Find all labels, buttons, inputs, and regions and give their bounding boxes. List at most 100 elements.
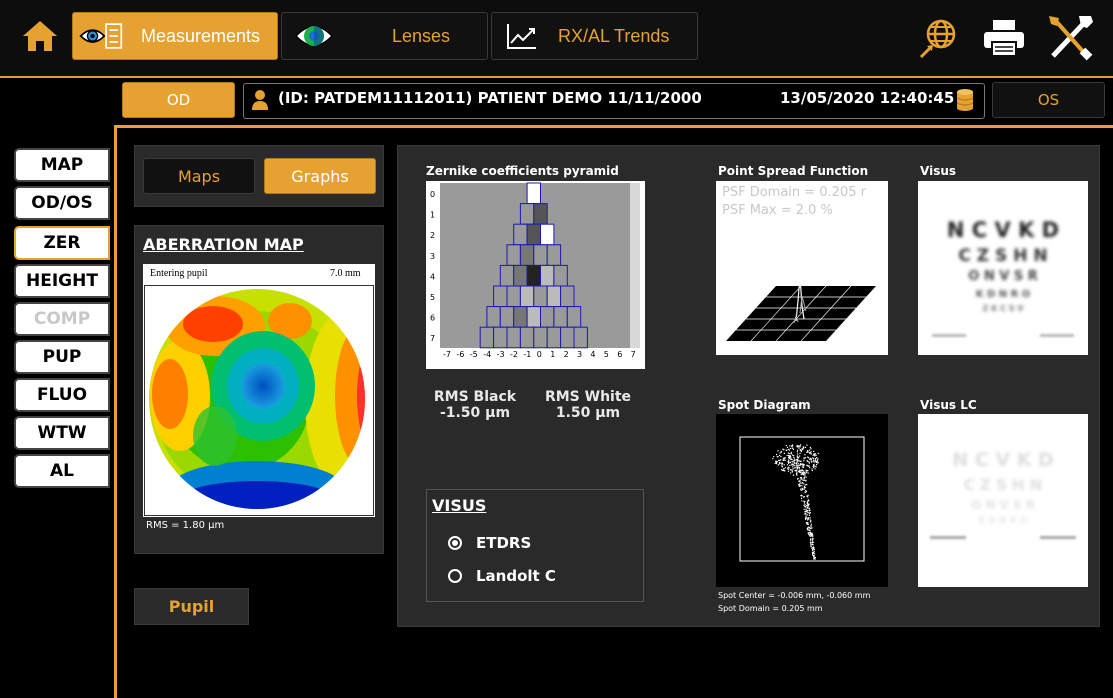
spot-dot [796,467,798,469]
spot-dot [809,531,811,533]
pyramid-title: Zernike coefficients pyramid [426,164,619,178]
database-icon[interactable] [956,88,974,112]
zernike-cell [573,326,588,349]
zernike-cell [533,326,548,349]
spot-dot [814,459,817,461]
tab-measurements[interactable]: Measurements [72,12,278,60]
os-button[interactable]: OS [992,82,1105,118]
spot-dot [800,488,802,490]
spot-dot [797,449,799,451]
spot-dot [809,459,811,461]
spot-dot [802,479,804,481]
radio-etdrs[interactable] [448,536,462,550]
pyramid-x-tick: 3 [577,350,582,359]
pyramid-x-tick: 7 [631,350,636,359]
pyramid-x-tick: -3 [497,350,505,359]
spot-dot [793,474,795,476]
spot-dot [800,495,802,497]
spot-dot [790,458,792,460]
side-menu-al[interactable]: AL [14,454,110,488]
side-menu-map[interactable]: MAP [14,148,110,182]
spot-dot [808,457,810,459]
spot-dot [794,462,796,464]
spot-dot [789,464,791,466]
spot-dot [787,466,789,468]
zernike-cell [540,264,555,287]
spot-dot [786,449,788,451]
spot-dot [806,483,808,486]
spot-dot [812,541,814,543]
spot-dot [815,460,818,463]
zernike-cell [560,326,575,349]
spot-dot [813,461,815,463]
zernike-cell [566,306,582,328]
globe-icon [919,19,956,59]
spot-dot [791,445,793,447]
spot-dot [775,463,778,465]
eye-lens-icon [292,14,336,58]
spot-dot [811,533,813,535]
side-menu-zer[interactable]: ZER [14,226,110,260]
spot-dot [789,469,792,471]
spot-dot [772,458,774,460]
spot-dot [812,548,814,550]
spot-dot [803,457,805,459]
spot-dot [801,463,803,465]
zernike-cell [526,223,541,246]
spot-dot [788,459,790,461]
zernike-cell [519,326,535,349]
pyramid-y-tick: 4 [430,272,435,281]
spot-dot [789,447,792,449]
spot-dot [813,466,815,468]
spot-dot [816,464,818,466]
settings-button[interactable] [1045,14,1095,62]
spot-dot [813,555,815,557]
side-menu-comp[interactable]: COMP [14,302,110,336]
tab-rx-al-trends[interactable]: RX/AL Trends [491,12,698,60]
spot-dot [780,462,782,464]
spot-dot [810,535,812,537]
pyramid-x-tick: 6 [617,350,622,359]
spot-dot [816,459,819,461]
spot-dot [797,445,799,447]
spot-dot [789,453,791,455]
visus-row-3: O N V S R [968,269,1038,284]
spot-dot [808,532,810,534]
visus-option-etdrs[interactable]: ETDRS [448,534,531,552]
side-menu-od-os[interactable]: OD/OS [14,186,110,220]
spot-dot [779,452,781,454]
spot-dot [813,557,815,560]
spot-dot [806,460,808,462]
home-icon [23,21,57,51]
maps-button[interactable]: Maps [143,158,255,194]
printer-icon [984,20,1024,57]
side-menu-wtw[interactable]: WTW [14,416,110,450]
pupil-button[interactable]: Pupil [134,588,249,625]
visus-lc-bar-left [930,536,966,539]
radio-landolt-c[interactable] [448,569,462,583]
zernike-cell [519,244,535,266]
spot-dot [791,464,793,466]
graphs-button[interactable]: Graphs [264,158,376,194]
side-menu-fluo[interactable]: FLUO [14,378,110,412]
language-button[interactable] [917,16,959,60]
print-button[interactable] [980,16,1028,60]
zernike-cell [506,285,521,308]
visus-option-landolt[interactable]: Landolt C [448,567,556,585]
tab-lenses[interactable]: Lenses [281,12,488,60]
spot-dot [799,483,801,485]
spot-dot [785,445,787,447]
spot-dot [808,465,810,468]
spot-dot [797,478,799,480]
spot-dot [800,474,802,476]
spot-dot [817,458,819,460]
spot-dot [799,485,801,487]
spot-dot [809,541,811,543]
side-menu-height[interactable]: HEIGHT [14,264,110,298]
spot-dot [800,460,802,462]
home-button[interactable] [14,14,66,58]
zernike-cell [553,306,568,328]
side-menu-pup[interactable]: PUP [14,340,110,374]
od-button[interactable]: OD [122,82,235,118]
rms-black: RMS Black -1.50 µm [430,389,520,421]
